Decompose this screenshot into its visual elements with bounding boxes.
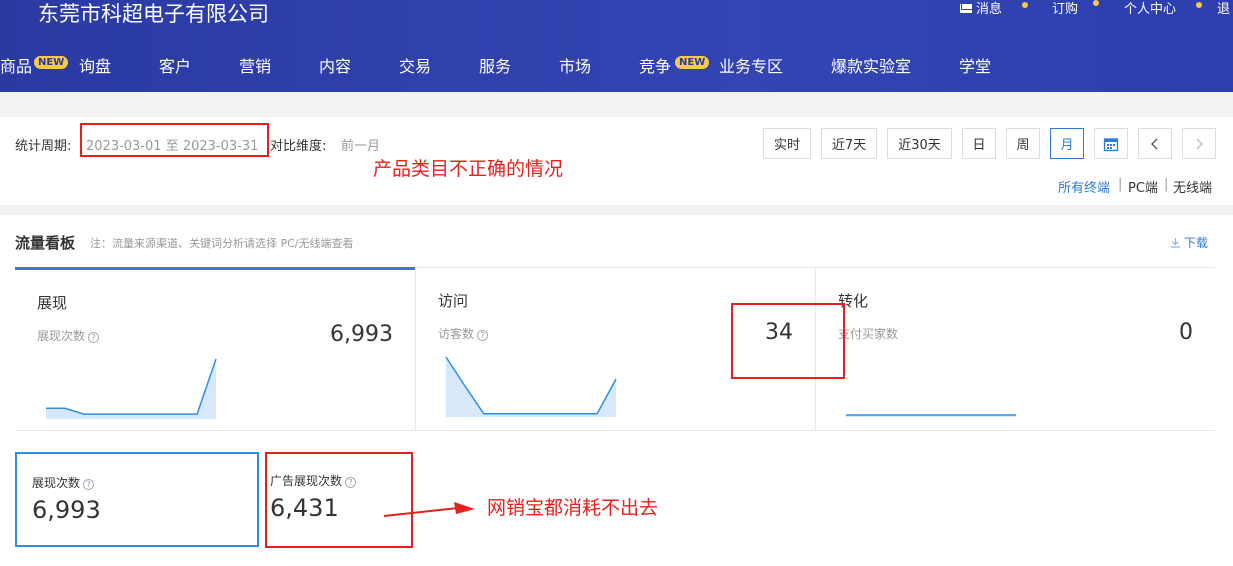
card-title: 展现	[37, 294, 68, 312]
mail-icon	[960, 4, 972, 13]
card-value: 0	[1179, 320, 1193, 345]
nav-customers[interactable]: 客户	[159, 57, 191, 77]
new-badge: NEW	[34, 56, 69, 69]
sparkline-area	[446, 357, 616, 417]
chevron-left-icon	[1151, 138, 1158, 149]
user-center-link[interactable]: 个人中心	[1124, 2, 1176, 18]
last-30-days-button[interactable]: 近30天	[887, 128, 952, 159]
terminal-all[interactable]: 所有终端	[1058, 177, 1110, 196]
nav-competition[interactable]: 竞争	[639, 57, 671, 77]
sparkline	[445, 356, 617, 417]
nav-academy[interactable]: 学堂	[959, 57, 991, 77]
nav-hot-lab[interactable]: 爆款实验室	[831, 57, 911, 77]
last-7-days-button[interactable]: 近7天	[821, 128, 877, 159]
nav-products[interactable]: 商品	[0, 57, 32, 77]
nav-content[interactable]: 内容	[319, 57, 351, 77]
prev-button[interactable]	[1138, 128, 1172, 159]
mini-label: 展现次数?	[32, 474, 95, 491]
terminal-separator: |	[1118, 177, 1123, 192]
company-name: 东莞市科超电子有限公司	[38, 2, 269, 26]
sparkline	[846, 414, 1016, 417]
nav-service[interactable]: 服务	[479, 57, 511, 77]
nav-business-zone[interactable]: 业务专区	[719, 57, 783, 77]
notification-dot	[1093, 0, 1099, 6]
realtime-button[interactable]: 实时	[763, 128, 811, 159]
calendar-icon	[1103, 137, 1119, 151]
nav-market[interactable]: 市场	[559, 57, 591, 77]
notification-dot	[1022, 2, 1028, 8]
compare-label: 对比维度:	[270, 139, 327, 154]
week-button[interactable]: 周	[1006, 128, 1040, 159]
impression-card[interactable]: 展现 展现次数? 6,993	[15, 267, 415, 431]
annotation-category-note: 产品类目不正确的情况	[373, 158, 564, 180]
card-metric: 展现次数?	[37, 327, 100, 344]
period-label: 统计周期:	[15, 139, 72, 154]
card-title: 访问	[438, 292, 469, 310]
card-value: 6,993	[330, 322, 393, 347]
download-link[interactable]: 下载	[1170, 234, 1208, 251]
compare-value[interactable]: 前一月	[341, 135, 380, 154]
flow-note: 注：流量来源渠道、关键词分析请选择 PC/无线端查看	[90, 237, 354, 250]
subscribe-link[interactable]: 订购	[1052, 2, 1078, 18]
terminal-separator: |	[1164, 177, 1169, 192]
impressions-box[interactable]: 展现次数? 6,993	[15, 452, 259, 547]
annotation-arrow	[384, 502, 475, 517]
sparkline-line	[46, 358, 217, 415]
terminal-pc[interactable]: PC端	[1128, 177, 1158, 196]
nav-inquiry[interactable]: 询盘	[79, 57, 111, 77]
conversion-card[interactable]: 转化 支付买家数 0	[815, 267, 1215, 431]
nav-marketing[interactable]: 营销	[239, 57, 271, 77]
nav-trade[interactable]: 交易	[399, 57, 431, 77]
month-button[interactable]: 月	[1050, 128, 1084, 159]
flow-title: 流量看板	[15, 234, 76, 252]
help-icon[interactable]: ?	[88, 332, 100, 343]
annotation-ad-note: 网销宝都消耗不出去	[487, 497, 659, 519]
day-button[interactable]: 日	[962, 128, 996, 159]
top-header: 东莞市科超电子有限公司 消息 订购 个人中心 退 商品 NEW 询盘 客户 营销…	[0, 0, 1233, 92]
calendar-button[interactable]	[1094, 128, 1128, 159]
card-metric: 访客数?	[438, 325, 489, 342]
download-label: 下载	[1184, 236, 1209, 250]
download-icon	[1171, 238, 1180, 248]
logout-link[interactable]: 退	[1217, 2, 1230, 18]
annotation-period-box	[80, 123, 269, 157]
messages-label: 消息	[976, 2, 1003, 17]
next-button[interactable]	[1182, 128, 1216, 159]
mini-value: 6,993	[32, 496, 101, 524]
help-icon[interactable]: ?	[477, 330, 489, 341]
card-metric: 支付买家数	[838, 327, 899, 341]
terminal-wireless[interactable]: 无线端	[1173, 177, 1212, 196]
chevron-right-icon	[1196, 138, 1203, 149]
annotation-visitor-box	[731, 303, 845, 379]
help-icon[interactable]: ?	[83, 479, 95, 490]
sparkline	[46, 358, 217, 419]
new-badge: NEW	[675, 56, 710, 69]
messages-link[interactable]: 消息	[960, 2, 1002, 18]
notification-dot	[1196, 2, 1202, 8]
